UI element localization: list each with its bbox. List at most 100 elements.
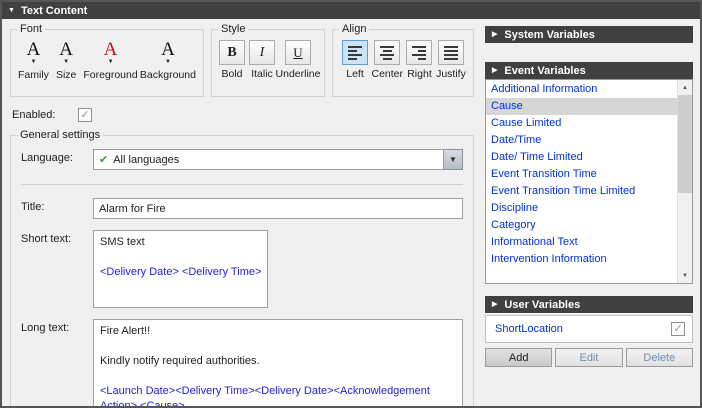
font-family-label: Family [18, 69, 49, 81]
title-value: Alarm for Fire [99, 203, 166, 215]
align-center-button[interactable]: Center [371, 40, 403, 92]
vertical-scrollbar[interactable]: ▲ ▼ [677, 80, 692, 283]
delete-button[interactable]: Delete [626, 348, 693, 367]
align-justify-button[interactable]: Justify [436, 40, 466, 92]
list-item[interactable]: Event Transition Time [486, 166, 677, 183]
triangle-up-icon: ▲ [682, 85, 688, 91]
expand-icon: ▶ [492, 31, 497, 38]
foreground-color-icon: A [104, 40, 118, 59]
long-text-row: Long text: Fire Alert!! Kindly notify re… [21, 319, 463, 406]
scroll-down-button[interactable]: ▼ [678, 268, 692, 283]
title-row: Title: Alarm for Fire [21, 198, 463, 219]
bold-button[interactable]: B Bold [217, 40, 247, 92]
align-right-label: Right [407, 68, 432, 80]
window-titlebar[interactable]: ▼ Text Content [2, 2, 700, 19]
short-text-plain: SMS text [100, 235, 261, 250]
language-row: Language: ✔ All languages ▼ [21, 149, 463, 170]
italic-label: Italic [251, 68, 273, 80]
general-settings-group: General settings Language: ✔ All languag… [10, 135, 474, 406]
list-item[interactable]: Cause Limited [486, 115, 677, 132]
font-size-label: Size [56, 69, 76, 81]
foreground-color-button[interactable]: A ▼ Foreground [83, 40, 137, 92]
style-group-label: Style [218, 23, 248, 35]
list-item[interactable]: Additional Information [486, 81, 677, 98]
short-text-input[interactable]: SMS text <Delivery Date> <Delivery Time> [93, 230, 268, 308]
list-item[interactable]: Event Transition Time Limited [486, 183, 677, 200]
add-button[interactable]: Add [485, 348, 552, 367]
underline-icon: U [293, 45, 302, 61]
main-area: Font A ▼ Family A ▼ Size A [2, 19, 700, 406]
list-item[interactable]: Discipline [486, 200, 677, 217]
align-right-button[interactable]: Right [404, 40, 434, 92]
align-center-icon [380, 46, 394, 60]
long-text-label: Long text: [21, 319, 93, 406]
align-group: Align Left Center Right [332, 29, 474, 97]
user-variable-row[interactable]: ShortLocation ✓ [488, 318, 690, 340]
align-group-label: Align [339, 23, 369, 35]
language-dropdown-button[interactable]: ▼ [444, 149, 463, 170]
edit-button[interactable]: Edit [555, 348, 622, 367]
chevron-down-icon: ▼ [449, 155, 457, 164]
underline-button[interactable]: U Underline [277, 40, 319, 92]
event-variables-header[interactable]: ▶ Event Variables [485, 62, 693, 79]
list-item[interactable]: Intervention Information [486, 251, 677, 268]
list-item-selected[interactable]: Cause [486, 98, 677, 115]
chevron-down-icon: ▼ [63, 59, 69, 66]
language-value-field[interactable]: ✔ All languages [93, 149, 444, 170]
italic-button[interactable]: I Italic [247, 40, 277, 92]
style-group: Style B Bold I Italic U Underline [211, 29, 325, 97]
title-input[interactable]: Alarm for Fire [93, 198, 463, 219]
user-variables-header[interactable]: ▶ User Variables [485, 296, 693, 313]
list-item[interactable]: Category [486, 217, 677, 234]
font-size-icon: A [59, 40, 73, 59]
enabled-row: Enabled: ✓ [12, 108, 474, 122]
title-label: Title: [21, 198, 93, 219]
italic-icon: I [260, 45, 265, 61]
scrollbar-track[interactable] [678, 193, 692, 268]
underline-label: Underline [276, 68, 321, 80]
event-variables-title: Event Variables [504, 65, 585, 77]
align-justify-label: Justify [436, 68, 466, 80]
chevron-down-icon: ▼ [108, 59, 114, 66]
check-icon: ✓ [80, 110, 89, 121]
user-variables-list: ShortLocation ✓ [485, 315, 693, 343]
font-family-button[interactable]: A ▼ Family [18, 40, 49, 92]
long-text-line2: Kindly notify required authorities. [100, 354, 456, 369]
window-title: Text Content [21, 5, 87, 17]
separator-line [21, 184, 463, 185]
align-center-label: Center [371, 68, 403, 80]
short-text-row: Short text: SMS text <Delivery Date> <De… [21, 230, 463, 308]
expand-icon: ▶ [492, 67, 497, 74]
background-color-label: Background [140, 69, 196, 81]
language-combobox[interactable]: ✔ All languages ▼ [93, 149, 463, 170]
align-right-icon [412, 46, 426, 60]
long-text-input[interactable]: Fire Alert!! Kindly notify required auth… [93, 319, 463, 406]
font-group-label: Font [17, 23, 45, 35]
bold-icon: B [227, 45, 236, 61]
user-variable-label: ShortLocation [495, 323, 563, 335]
scroll-up-button[interactable]: ▲ [678, 80, 692, 95]
long-text-line1: Fire Alert!! [100, 324, 456, 339]
list-item[interactable]: Date/Time [486, 132, 677, 149]
language-value: All languages [113, 154, 179, 166]
green-check-icon: ✔ [99, 153, 108, 166]
font-size-button[interactable]: A ▼ Size [51, 40, 81, 92]
background-color-button[interactable]: A ▼ Background [140, 40, 196, 92]
user-variable-checkbox[interactable]: ✓ [671, 322, 685, 336]
background-color-icon: A [161, 40, 175, 59]
list-item[interactable]: Date/ Time Limited [486, 149, 677, 166]
align-left-button[interactable]: Left [340, 40, 370, 92]
long-text-variables: <Launch Date><Delivery Time><Delivery Da… [100, 384, 456, 406]
editor-pane: Font A ▼ Family A ▼ Size A [2, 19, 482, 406]
chevron-down-icon: ▼ [30, 59, 36, 66]
variables-pane: ▶ System Variables ▶ Event Variables Add… [482, 19, 700, 406]
font-family-icon: A [27, 40, 41, 59]
short-text-label: Short text: [21, 230, 93, 308]
enabled-checkbox[interactable]: ✓ [78, 108, 92, 122]
scrollbar-thumb[interactable] [678, 95, 692, 193]
event-variables-list: Additional Information Cause Cause Limit… [485, 79, 693, 284]
bold-label: Bold [221, 68, 242, 80]
system-variables-header[interactable]: ▶ System Variables [485, 26, 693, 43]
list-item[interactable]: Informational Text [486, 234, 677, 251]
formatting-toolbar: Font A ▼ Family A ▼ Size A [10, 29, 474, 97]
